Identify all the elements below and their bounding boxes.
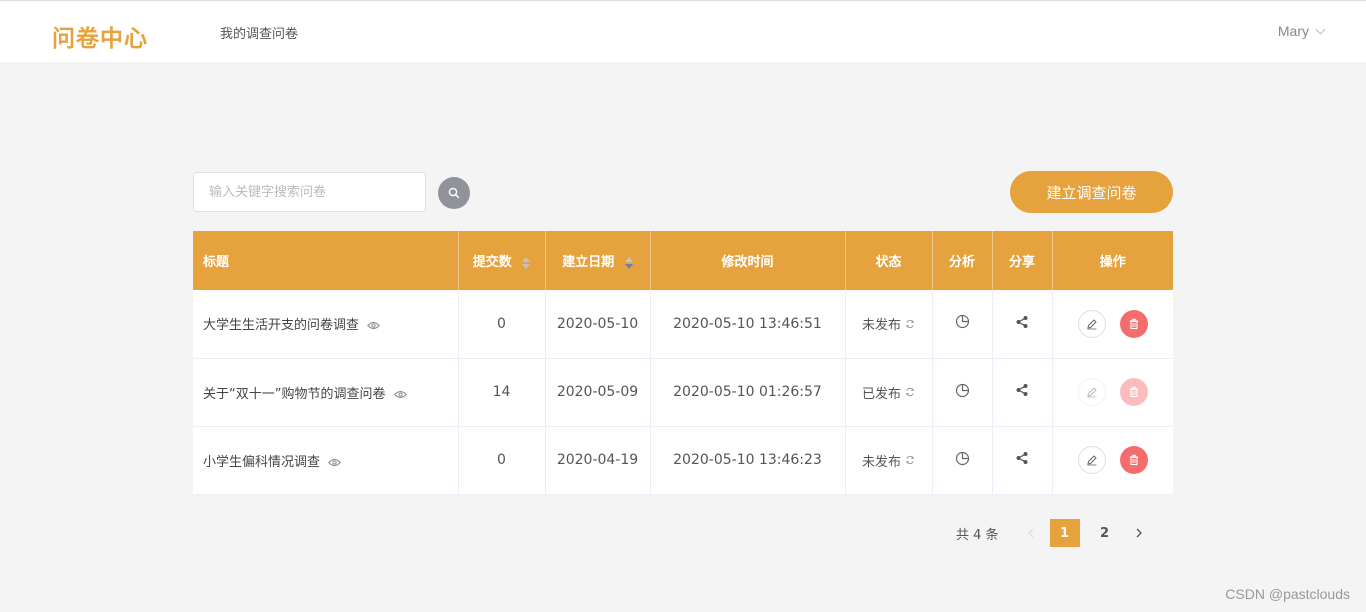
pie-chart-icon[interactable] [955, 451, 970, 466]
pie-chart-icon[interactable] [955, 314, 970, 329]
column-header-submissions[interactable]: 提交数 [458, 231, 546, 290]
created-date-cell: 2020-04-19 [545, 426, 651, 495]
watermark: CSDN @pastclouds [1225, 586, 1350, 602]
survey-title-cell: 小学生偏科情况调查 [193, 426, 459, 495]
refresh-icon[interactable] [905, 455, 915, 465]
edit-icon [1087, 455, 1097, 466]
status-cell: 未发布 [845, 426, 933, 495]
column-header-actions: 操作 [1052, 231, 1173, 290]
column-header-title: 标题 [193, 231, 459, 290]
status-text: 已发布 [861, 386, 901, 402]
share-icon[interactable] [1015, 315, 1029, 329]
actions-cell [1052, 426, 1173, 495]
submissions-cell: 14 [458, 358, 546, 427]
survey-title[interactable]: 关于“双十一”购物节的调查问卷 [203, 387, 385, 402]
trash-icon [1129, 454, 1138, 466]
pagination-total: 共 4 条 [956, 527, 999, 543]
share-cell [992, 358, 1053, 427]
chevron-left-icon [1027, 528, 1034, 538]
nav-my-surveys[interactable]: 我的调查问卷 [220, 23, 298, 42]
delete-button[interactable] [1119, 446, 1148, 474]
search-button[interactable] [438, 177, 470, 209]
column-header-status: 状态 [845, 231, 933, 290]
status-cell: 未发布 [845, 290, 933, 359]
survey-title-cell: 关于“双十一”购物节的调查问卷 [193, 358, 459, 427]
survey-title-cell: 大学生生活开支的问卷调查 [193, 290, 459, 359]
column-header-submissions-label: 提交数 [472, 255, 512, 270]
column-header-created-label: 建立日期 [562, 255, 615, 270]
share-icon[interactable] [1015, 451, 1029, 465]
column-header-modified: 修改时间 [650, 231, 846, 290]
created-date-cell: 2020-05-09 [545, 358, 651, 427]
eye-icon[interactable] [367, 321, 381, 330]
delete-button[interactable] [1119, 309, 1148, 338]
actions-cell [1052, 290, 1173, 359]
survey-table: 标题 提交数 建立日期 修改时间 状态 分析 分享 操作 大学生生活开支的问卷调… [193, 231, 1173, 495]
table-row: 小学生偏科情况调查 0 2020-04-19 2020-05-10 13:46:… [193, 426, 1173, 495]
modified-time-cell: 2020-05-10 13:46:51 [650, 290, 846, 359]
next-page-button[interactable] [1125, 519, 1153, 547]
delete-button[interactable] [1119, 378, 1148, 406]
page-1-button[interactable]: 1 [1049, 519, 1080, 547]
user-name: Mary [1277, 23, 1309, 39]
share-cell [992, 426, 1053, 495]
table-row: 大学生生活开支的问卷调查 0 2020-05-10 2020-05-10 13:… [193, 290, 1173, 359]
share-icon[interactable] [1015, 383, 1029, 397]
survey-title[interactable]: 小学生偏科情况调查 [203, 455, 320, 470]
user-menu[interactable]: Mary [1277, 23, 1326, 39]
column-header-created[interactable]: 建立日期 [545, 231, 651, 290]
edit-button[interactable] [1077, 309, 1106, 338]
top-navbar: 问卷中心 我的调查问卷 Mary [0, 0, 1366, 62]
edit-button[interactable] [1077, 378, 1106, 406]
share-cell [992, 290, 1053, 359]
edit-icon [1087, 387, 1097, 398]
search-icon [448, 187, 460, 199]
status-cell: 已发布 [845, 358, 933, 427]
edit-button[interactable] [1077, 446, 1106, 474]
refresh-icon[interactable] [905, 319, 915, 329]
trash-icon [1129, 318, 1138, 329]
column-header-analysis: 分析 [932, 231, 993, 290]
modified-time-cell: 2020-05-10 01:26:57 [650, 358, 846, 427]
analysis-cell [932, 358, 993, 427]
sort-caret-icon[interactable] [522, 256, 531, 269]
table-row: 关于“双十一”购物节的调查问卷 14 2020-05-09 2020-05-10… [193, 358, 1173, 427]
search-input[interactable] [193, 172, 426, 212]
survey-title[interactable]: 大学生生活开支的问卷调查 [203, 318, 359, 333]
created-date-cell: 2020-05-10 [545, 290, 651, 359]
eye-icon[interactable] [328, 458, 342, 467]
chevron-right-icon [1136, 528, 1142, 538]
table-header-row: 标题 提交数 建立日期 修改时间 状态 分析 分享 操作 [193, 231, 1173, 290]
actions-cell [1052, 358, 1173, 427]
analysis-cell [932, 290, 993, 359]
status-text: 未发布 [861, 318, 901, 334]
submissions-cell: 0 [458, 290, 546, 359]
edit-icon [1087, 319, 1097, 330]
prev-page-button[interactable] [1017, 519, 1045, 547]
analysis-cell [932, 426, 993, 495]
pagination: 共 4 条 1 2 [956, 519, 1153, 547]
submissions-cell: 0 [458, 426, 546, 495]
chevron-down-icon [1315, 24, 1326, 34]
app-logo[interactable]: 问卷中心 [52, 19, 148, 53]
pie-chart-icon[interactable] [955, 383, 970, 398]
eye-icon[interactable] [393, 390, 407, 399]
status-text: 未发布 [861, 454, 901, 470]
create-survey-button[interactable]: 建立调查问卷 [1010, 171, 1173, 213]
trash-icon [1129, 386, 1138, 398]
sort-caret-icon[interactable] [624, 256, 633, 269]
page-2-button[interactable]: 2 [1090, 519, 1120, 547]
refresh-icon[interactable] [905, 387, 915, 397]
column-header-share: 分享 [992, 231, 1053, 290]
modified-time-cell: 2020-05-10 13:46:23 [650, 426, 846, 495]
